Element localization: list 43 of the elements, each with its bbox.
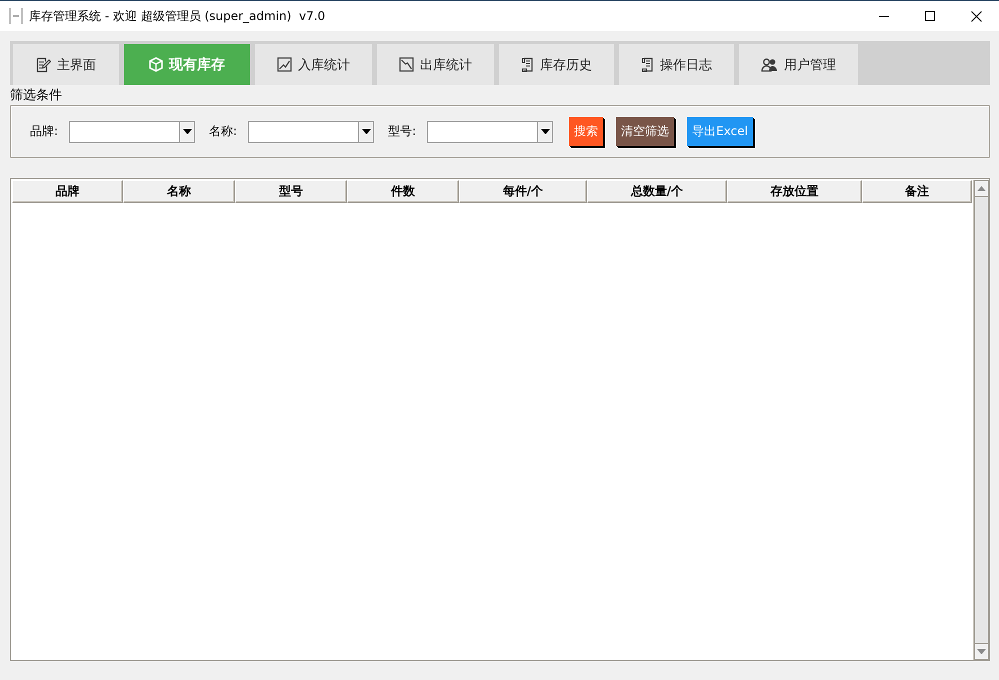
column-header[interactable]: 名称 [123, 180, 235, 203]
field-label: 名称: [209, 123, 238, 140]
column-header[interactable]: 总数量/个 [587, 180, 727, 203]
tab[interactable]: 操作日志 [619, 44, 734, 85]
filter-group-title: 筛选条件 [10, 88, 62, 104]
column-header[interactable]: 品牌 [12, 180, 123, 203]
tab[interactable]: 用户管理 [739, 44, 858, 85]
column-header[interactable]: 备注 [862, 180, 972, 203]
dropdown-field[interactable] [248, 120, 374, 142]
scroll-document-icon [521, 56, 534, 72]
field-label: 型号: [388, 123, 416, 140]
dropdown-button[interactable] [358, 122, 374, 142]
dropdown-button[interactable] [179, 122, 194, 142]
scroll-document-icon [641, 56, 654, 72]
caret-down-icon [977, 648, 986, 654]
caret-down-icon [540, 128, 550, 134]
tab[interactable]: 库存历史 [499, 44, 614, 85]
tab[interactable]: 入库统计 [255, 44, 372, 85]
action-button[interactable]: 清空筛选 [616, 117, 674, 146]
window-title: 库存管理系统 - 欢迎 超级管理员 (super_admin) v7.0 [29, 8, 326, 24]
cube-icon [149, 57, 163, 72]
dropdown-field[interactable] [427, 120, 554, 142]
tab[interactable]: 主界面 [13, 44, 119, 85]
document-pencil-icon [36, 56, 51, 72]
line-chart-icon [399, 57, 414, 72]
column-header[interactable]: 件数 [347, 180, 459, 203]
maximize-icon [925, 11, 935, 21]
column-header[interactable]: 型号 [235, 180, 347, 203]
line-chart-icon [277, 57, 292, 72]
column-header[interactable]: 每件/个 [459, 180, 587, 203]
caret-down-icon [362, 128, 371, 134]
caret-up-icon [977, 186, 986, 192]
column-header[interactable]: 存放位置 [727, 180, 862, 203]
app-icon [9, 7, 23, 25]
tab[interactable]: 出库统计 [377, 44, 494, 85]
scroll-up-button[interactable] [974, 180, 989, 197]
field-label: 品牌: [30, 123, 58, 140]
caret-down-icon [182, 128, 192, 134]
dropdown-button[interactable] [537, 122, 552, 142]
users-icon [761, 58, 778, 72]
close-icon [970, 10, 982, 22]
dropdown-field[interactable] [69, 120, 196, 142]
scroll-down-button[interactable] [974, 643, 989, 660]
